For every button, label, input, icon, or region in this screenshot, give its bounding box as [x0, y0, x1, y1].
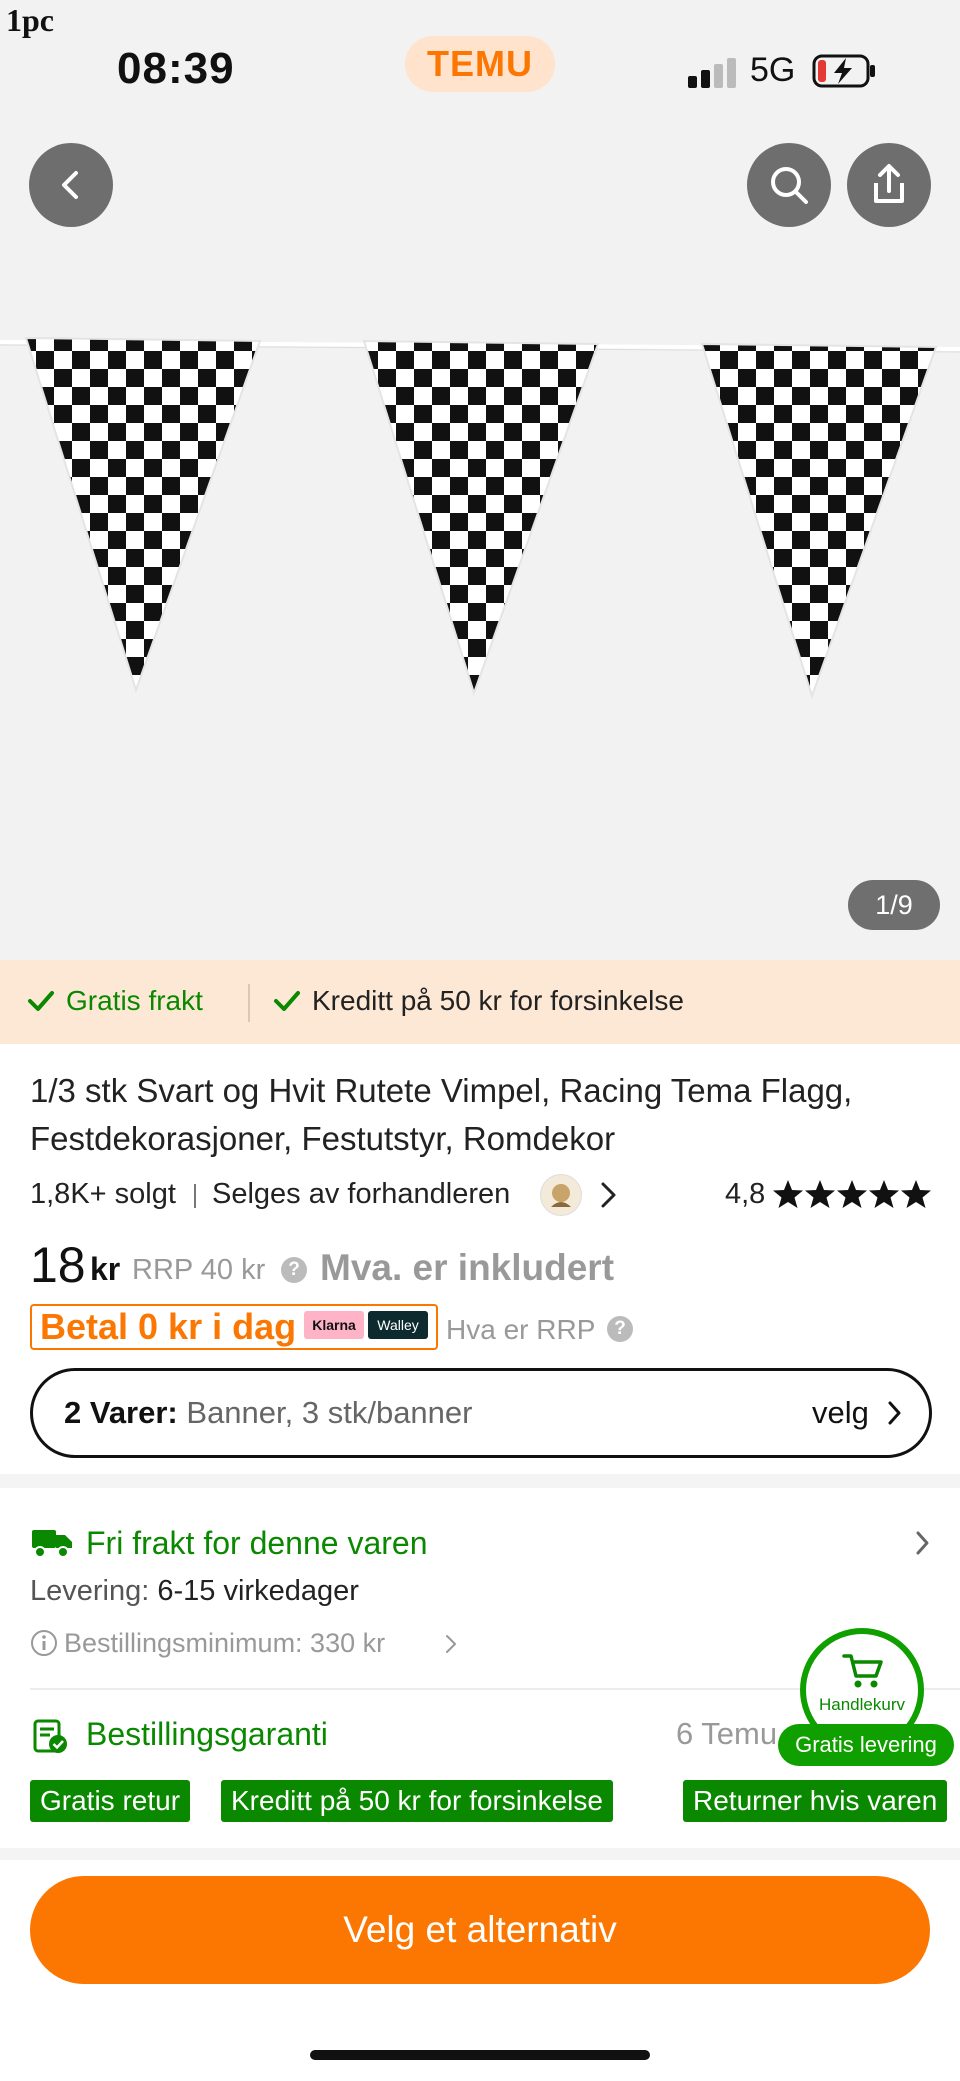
product-image[interactable] — [0, 135, 960, 960]
star-rating — [772, 1178, 932, 1212]
delay-credit-label: Kreditt på 50 kr for forsinkelse — [312, 985, 684, 1016]
cart-icon[interactable] — [842, 1652, 884, 1695]
section-divider — [0, 1474, 960, 1488]
clock: 08:39 — [117, 44, 235, 93]
battery-charging-icon — [812, 54, 878, 88]
rrp-question-link[interactable]: Hva er RRP — [446, 1314, 595, 1346]
home-indicator[interactable] — [310, 2050, 650, 2060]
info-icon — [30, 1629, 58, 1662]
search-button[interactable] — [747, 143, 831, 227]
network-label: 5G — [750, 51, 796, 89]
chevron-right-icon[interactable] — [884, 1398, 904, 1433]
share-button[interactable] — [847, 143, 931, 227]
free-shipping-label: Gratis frakt — [66, 985, 203, 1016]
star-icon — [805, 1180, 835, 1208]
cart-label: Handlekurv — [819, 1695, 905, 1714]
divider — [194, 1184, 196, 1208]
vat-note: Mva. er inkludert — [320, 1247, 615, 1288]
info-question-icon[interactable]: ? — [607, 1316, 633, 1342]
delivery-value: 6-15 virkedager — [157, 1575, 359, 1607]
info-question-icon[interactable]: ? — [281, 1257, 307, 1283]
check-icon — [28, 991, 54, 1011]
star-icon — [837, 1180, 867, 1208]
guarantee-tag: Returner hvis varen — [683, 1780, 948, 1822]
rating-value: 4,8 — [725, 1178, 766, 1210]
brand-logo: TEMU — [427, 43, 533, 84]
min-order[interactable]: Bestillingsminimum: 330 kr — [64, 1628, 385, 1659]
watermark-label: 1pc — [6, 2, 54, 38]
klarna-logo: Klarna — [304, 1311, 364, 1339]
free-shipping-benefit: Gratis frakt — [26, 985, 203, 1017]
free-shipping-title[interactable]: Fri frakt for denne varen — [86, 1525, 427, 1562]
guarantee-title[interactable]: Bestillingsgaranti — [86, 1716, 328, 1753]
seller-link[interactable]: Selges av forhandleren — [212, 1178, 510, 1211]
signal-icon — [688, 56, 738, 88]
chevron-right-icon[interactable] — [596, 1180, 620, 1215]
chevron-right-icon[interactable] — [912, 1528, 932, 1563]
guarantee-tag: Gratis retur — [30, 1780, 191, 1822]
search-icon — [771, 167, 808, 204]
guarantee-icon — [30, 1716, 70, 1761]
product-title: Festdekorasjoner, Festutstyr, Romdekor — [30, 1120, 616, 1157]
share-icon — [874, 164, 904, 203]
rrp-price: RRP 40 kr — [132, 1254, 266, 1286]
pennant-flag — [24, 336, 262, 694]
pennant-flag — [700, 342, 938, 700]
variant-value: Banner, 3 stk/banner — [186, 1395, 473, 1430]
choose-option-button[interactable]: Velg et alternativ — [30, 1876, 930, 1984]
variant-select-button[interactable]: velg — [812, 1395, 869, 1431]
variant-count: 2 Varer: — [64, 1395, 178, 1430]
section-divider — [0, 1848, 960, 1860]
back-icon — [62, 171, 78, 199]
seller-avatar[interactable] — [540, 1174, 582, 1216]
product-title: 1/3 stk Svart og Hvit Rutete Vimpel, Rac… — [30, 1072, 853, 1109]
delivery-time: Levering: 6-15 virkedager — [30, 1575, 359, 1608]
star-icon — [901, 1180, 931, 1208]
price-currency: kr — [90, 1251, 121, 1287]
truck-icon — [30, 1524, 74, 1565]
back-button[interactable] — [29, 143, 113, 227]
star-icon — [773, 1180, 803, 1208]
pennant-flag — [362, 339, 600, 697]
delay-credit-benefit: Kreditt på 50 kr for forsinkelse — [272, 985, 684, 1017]
check-icon — [274, 991, 300, 1011]
divider — [248, 984, 250, 1022]
guarantee-extra: 6 Temu — [676, 1716, 778, 1751]
variant-select-label: velg — [812, 1395, 869, 1430]
delivery-label: Levering: — [30, 1575, 150, 1607]
image-counter: 1/9 — [848, 880, 940, 930]
choose-option-label: Velg et alternativ — [343, 1909, 617, 1950]
pay-later-label: Betal 0 kr i dag — [40, 1306, 297, 1347]
walley-logo: Walley — [368, 1311, 428, 1339]
price: 18 — [30, 1237, 86, 1293]
guarantee-tag: Kreditt på 50 kr for forsinkelse — [221, 1780, 613, 1822]
star-icon — [869, 1180, 899, 1208]
chevron-right-icon[interactable] — [444, 1632, 458, 1661]
sold-count: 1,8K+ solgt — [30, 1178, 176, 1210]
variant-label: 2 Varer: Banner, 3 stk/banner — [64, 1395, 472, 1431]
free-delivery-badge: Gratis levering — [778, 1724, 954, 1766]
